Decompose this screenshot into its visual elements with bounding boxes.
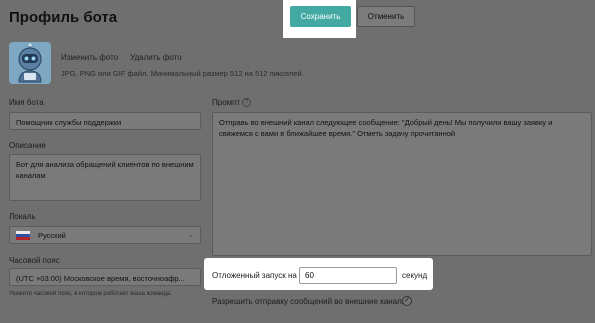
description-label: Описание [9, 141, 46, 150]
cancel-button[interactable]: Отменить [357, 6, 415, 27]
page-title: Профиль бота [9, 9, 118, 26]
allow-external-label: Разрешить отправку сообщений во внешние … [212, 297, 408, 306]
info-icon[interactable]: ? [242, 98, 251, 107]
timezone-label: Часовой пояс [9, 256, 60, 265]
locale-select[interactable]: Русский ⌄ [9, 226, 201, 244]
check-icon: ✓ [404, 297, 410, 304]
delay-label: Отложенный запуск на [212, 271, 297, 280]
prompt-label: Промпт [212, 98, 241, 107]
timezone-hint: Укажите часовой пояс, в котором работает… [9, 291, 172, 297]
photo-hint: JPG, PNG или GIF файл. Минимальный разме… [61, 69, 304, 78]
avatar[interactable] [9, 42, 51, 84]
description-textarea[interactable]: Бот для анализа обращений клиентов по вн… [9, 154, 201, 201]
delete-photo-link[interactable]: Удалить фото [130, 53, 182, 62]
save-button[interactable]: Сохранить [290, 6, 351, 27]
robot-avatar-icon [9, 42, 51, 84]
delay-unit: секунд [402, 271, 428, 280]
russia-flag-icon [16, 230, 30, 240]
prompt-textarea[interactable]: Отправь во внешний канал следующее сообщ… [212, 112, 592, 256]
change-photo-link[interactable]: Изменить фото [61, 53, 118, 62]
chevron-down-icon: ⌄ [188, 231, 194, 239]
locale-label: Локаль [9, 212, 36, 221]
bot-name-label: Имя бота [9, 98, 44, 107]
locale-value: Русский [38, 230, 66, 240]
timezone-select[interactable]: (UTC +03:00) Московское время, восточноа… [9, 268, 201, 286]
bot-name-input[interactable]: Помощник службы поддержки [9, 112, 201, 130]
delay-input[interactable]: 60 [299, 267, 397, 284]
allow-external-checkbox[interactable]: ✓ [402, 296, 412, 306]
